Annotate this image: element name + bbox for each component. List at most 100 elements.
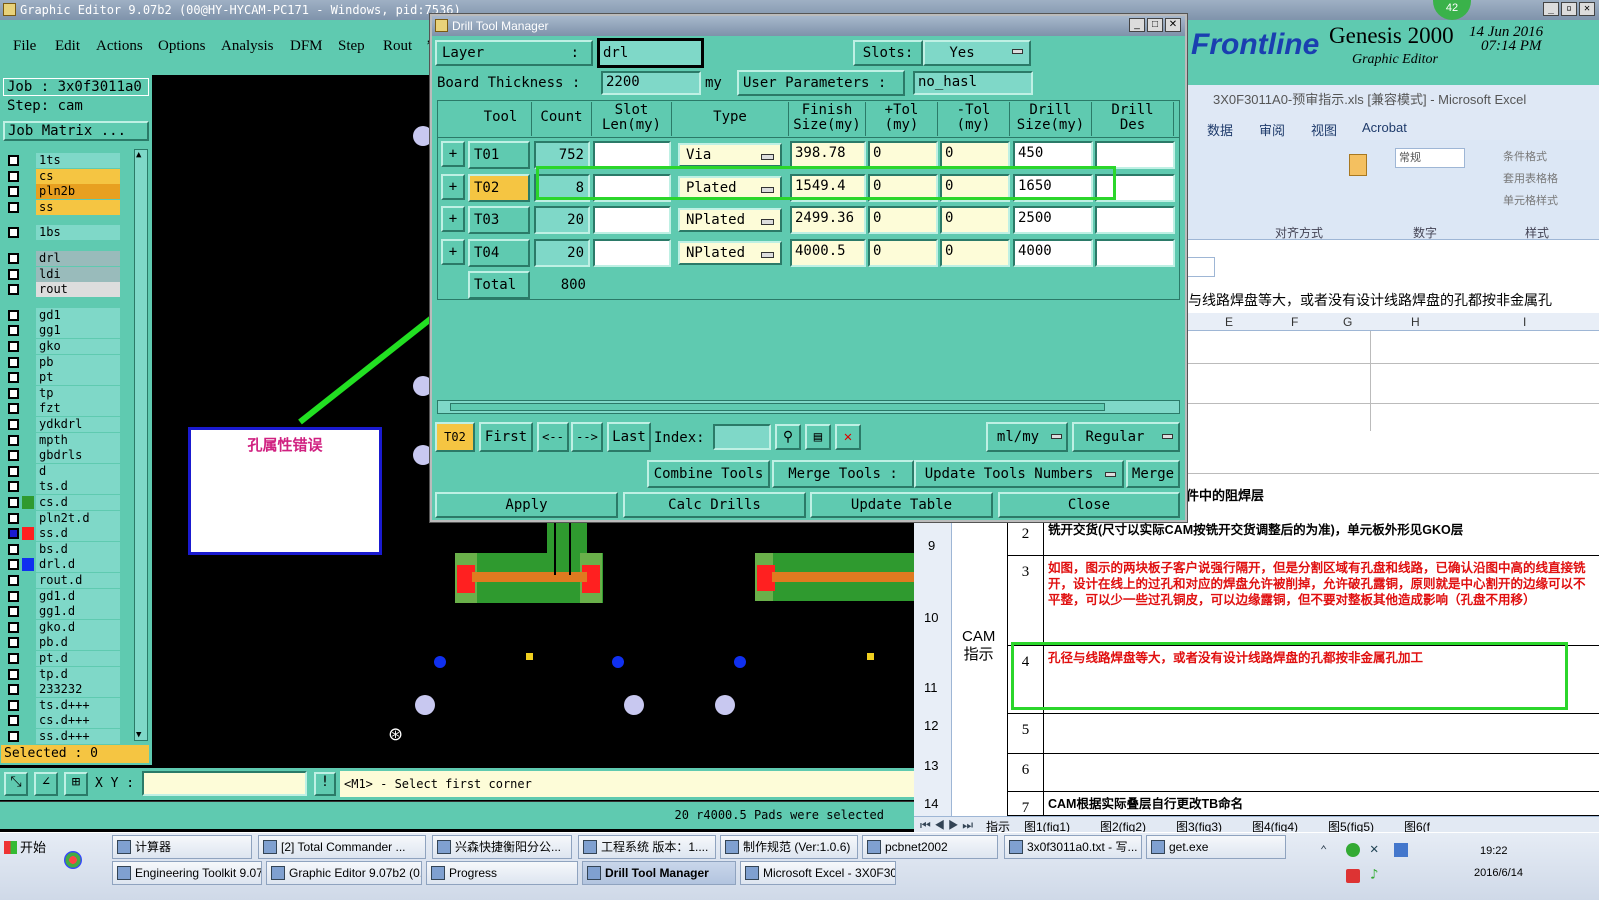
layer-row-pln2t-d[interactable]: pln2t.d	[6, 510, 120, 526]
menu-file[interactable]: File	[13, 38, 36, 55]
xy-input[interactable]	[142, 771, 307, 796]
grid-tool-icon[interactable]: ⊞	[64, 772, 88, 796]
tool-button[interactable]: T04	[468, 238, 530, 267]
scroll-thumb[interactable]	[450, 403, 1105, 411]
layer-checkbox[interactable]	[8, 684, 19, 696]
layer-row-mpth[interactable]: mpth	[6, 432, 120, 448]
slot-len-input[interactable]	[593, 238, 671, 267]
tray-up-icon[interactable]: ⌃	[1320, 843, 1327, 857]
calc-drills-button[interactable]: Calc Drills	[623, 492, 806, 518]
layer-row-1ts[interactable]: 1ts	[6, 153, 120, 168]
layer-checkbox[interactable]	[8, 481, 19, 493]
restore-button[interactable]: ▫	[1561, 2, 1577, 16]
taskbar-item[interactable]: 工程系统 版本：1....	[578, 835, 716, 859]
tray-security-icon[interactable]	[1346, 869, 1360, 883]
zoom-tool-icon[interactable]: ⤡	[4, 772, 28, 796]
search-tool-icon[interactable]: ⚲	[775, 424, 801, 450]
menu-dfm[interactable]: DFM	[290, 38, 323, 55]
user-params-field[interactable]: no_hasl	[913, 71, 1033, 95]
layer-checkbox[interactable]	[8, 621, 19, 633]
layer-row-pln2b[interactable]: pln2b	[6, 184, 120, 200]
layer-checkbox[interactable]	[8, 606, 19, 618]
close-window-button[interactable]: ✕	[1579, 2, 1595, 16]
first-button[interactable]: First	[479, 422, 533, 452]
drill-des-input[interactable]	[1095, 206, 1175, 234]
apply-button[interactable]: Apply	[435, 492, 618, 518]
col-h[interactable]: H	[1411, 315, 1420, 329]
tab-acrobat[interactable]: Acrobat	[1362, 120, 1407, 135]
tray-tool-icon[interactable]: ✕	[1370, 841, 1378, 857]
instruction-row[interactable]: 5	[1008, 714, 1599, 754]
layer-field[interactable]: drl	[597, 38, 704, 68]
layer-row-ss-d[interactable]: ss.d	[6, 526, 120, 542]
layer-row-ss-d---[interactable]: ss.d+++	[6, 729, 120, 744]
menu-step[interactable]: Step	[338, 38, 365, 55]
layer-checkbox[interactable]	[8, 186, 19, 198]
taskbar-item[interactable]: Drill Tool Manager	[582, 861, 736, 885]
layer-checkbox[interactable]	[8, 450, 19, 462]
taskbar-item[interactable]: 制作规范 (Ver:1.0.6)	[720, 835, 858, 859]
slot-len-input[interactable]	[593, 206, 671, 234]
prev-button[interactable]: <--	[537, 422, 569, 452]
taskbar-item[interactable]: Microsoft Excel - 3X0F30...	[740, 861, 896, 885]
layer-checkbox[interactable]	[8, 201, 19, 213]
drill-des-input[interactable]	[1095, 141, 1175, 169]
taskbar-item[interactable]: Engineering Toolkit 9.07...	[112, 861, 262, 885]
layer-row-1bs[interactable]: 1bs	[6, 225, 120, 241]
minus-tol-input[interactable]: 0	[940, 238, 1010, 267]
combine-tools-button[interactable]: Combine Tools	[647, 460, 770, 488]
layer-row-gd1-d[interactable]: gd1.d	[6, 588, 120, 604]
layer-checkbox[interactable]	[8, 356, 19, 368]
delete-tool-icon[interactable]: ✕	[835, 424, 861, 450]
taskbar-item[interactable]: [2] Total Commander ...	[258, 835, 426, 859]
finish-size-input[interactable]: 2499.36	[790, 206, 866, 234]
layer-row-rout-d[interactable]: rout.d	[6, 573, 120, 588]
layer-row-rout[interactable]: rout	[6, 282, 120, 298]
layer-row-cs-d---[interactable]: cs.d+++	[6, 713, 120, 729]
finish-size-input[interactable]: 4000.5	[790, 238, 866, 267]
col-i[interactable]: I	[1523, 315, 1526, 329]
finish-size-input[interactable]: 398.78	[790, 141, 866, 169]
layer-checkbox[interactable]	[8, 387, 19, 399]
expand-row-button[interactable]: +	[441, 238, 465, 265]
tool-button[interactable]: T02	[468, 173, 530, 202]
update-table-button[interactable]: Update Table	[810, 492, 993, 518]
dialog-close-button[interactable]: ✕	[1165, 18, 1181, 32]
layer-row-bs-d[interactable]: bs.d	[6, 541, 120, 557]
layer-checkbox[interactable]	[8, 575, 19, 586]
layer-row-ydkdrl[interactable]: ydkdrl	[6, 417, 120, 432]
tool-button[interactable]: T01	[468, 141, 530, 169]
layer-checkbox[interactable]	[8, 465, 19, 477]
layer-checkbox[interactable]	[8, 543, 19, 555]
instruction-row[interactable]: 7 CAM根据实际叠层自行更改TB命名	[1008, 792, 1599, 816]
menu-actions[interactable]: Actions	[96, 38, 143, 55]
thickness-field[interactable]: 2200	[601, 71, 701, 95]
layer-checkbox[interactable]	[8, 268, 19, 280]
edit-tool-icon[interactable]: ▤	[805, 424, 831, 450]
tool-button[interactable]: T03	[468, 206, 530, 234]
layer-row-gg1[interactable]: gg1	[6, 323, 120, 339]
layer-row-gbdrls[interactable]: gbdrls	[6, 448, 120, 464]
minimize-button[interactable]: _	[1543, 2, 1559, 16]
layer-row-233232[interactable]: 233232	[6, 682, 120, 698]
job-matrix-button[interactable]: Job Matrix ...	[3, 121, 149, 141]
layer-row-ts-d[interactable]: ts.d	[6, 479, 120, 495]
expand-row-button[interactable]: +	[441, 206, 465, 232]
minus-tol-input[interactable]: 0	[940, 141, 1010, 169]
drill-size-input[interactable]: 2500	[1013, 206, 1093, 234]
merge-button[interactable]: Merge	[1126, 460, 1180, 488]
conditional-format-button[interactable]: 条件格式	[1503, 148, 1547, 164]
drill-size-input[interactable]: 4000	[1013, 238, 1093, 267]
instruction-row[interactable]: 2 铣开交货(尺寸以实际CAM按铣开交货调整后的为准)，单元板外形见GKO层	[1008, 518, 1599, 556]
layer-checkbox[interactable]	[8, 434, 19, 446]
layer-checkbox[interactable]	[8, 403, 19, 415]
taskbar-item[interactable]: pcbnet2002	[862, 835, 998, 859]
row-11[interactable]: 11	[924, 680, 938, 695]
name-box[interactable]	[1185, 257, 1215, 277]
layer-row-drl[interactable]: drl	[6, 251, 120, 266]
table-h-scrollbar[interactable]	[437, 400, 1180, 414]
tray-app-icon[interactable]	[1346, 843, 1360, 857]
layer-checkbox[interactable]	[8, 699, 19, 711]
layer-checkbox[interactable]	[8, 253, 19, 264]
layer-row-pt-d[interactable]: pt.d	[6, 651, 120, 666]
